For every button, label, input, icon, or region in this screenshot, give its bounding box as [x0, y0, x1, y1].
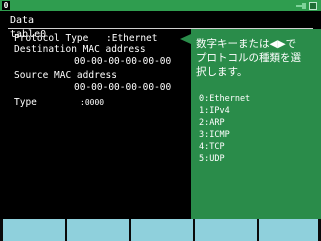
protocol-option-udp: 5:UDP	[199, 154, 225, 164]
destination-mac-value[interactable]: 00-00-00-00-00-00	[74, 56, 171, 67]
protocol-option-ethernet: 0:Ethernet	[199, 94, 251, 104]
help-text: 数字キーまたは◀▶で プロトコルの種類を選 択します。	[196, 37, 318, 79]
protocol-type-value[interactable]: :Ethernet	[106, 33, 157, 44]
function-key-3[interactable]	[131, 219, 193, 241]
help-pointer	[180, 34, 191, 44]
help-line: プロトコルの種類を選	[196, 52, 301, 64]
function-key-2[interactable]	[67, 219, 129, 241]
protocol-option-tcp: 4:TCP	[199, 142, 225, 152]
protocol-option-ipv4: 1:IPv4	[199, 106, 230, 116]
page-title: Data table0	[8, 14, 64, 40]
protocol-type-label: Protocol Type	[14, 33, 89, 44]
status-bar: 0	[0, 0, 321, 11]
help-line: 択します。	[196, 66, 248, 78]
type-label: Type	[14, 97, 37, 108]
type-value[interactable]: :0000	[80, 97, 104, 108]
function-key-5[interactable]	[259, 219, 318, 241]
function-key-1[interactable]	[3, 219, 65, 241]
device-screen: 0 Data table0 Protocol Type :Ethernet De…	[0, 0, 321, 241]
source-mac-label: Source MAC address	[14, 70, 117, 81]
battery-icon	[309, 1, 317, 10]
protocol-option-icmp: 3:ICMP	[199, 130, 230, 140]
help-line: 数字キーまたは◀▶で	[196, 38, 297, 50]
channel-indicator: 0	[2, 1, 10, 10]
source-mac-value[interactable]: 00-00-00-00-00-00	[74, 82, 171, 93]
protocol-option-arp: 2:ARP	[199, 118, 225, 128]
ac-power-icon	[296, 2, 306, 9]
status-icons	[296, 1, 317, 10]
function-key-4[interactable]	[195, 219, 257, 241]
destination-mac-label: Destination MAC address	[14, 44, 146, 55]
